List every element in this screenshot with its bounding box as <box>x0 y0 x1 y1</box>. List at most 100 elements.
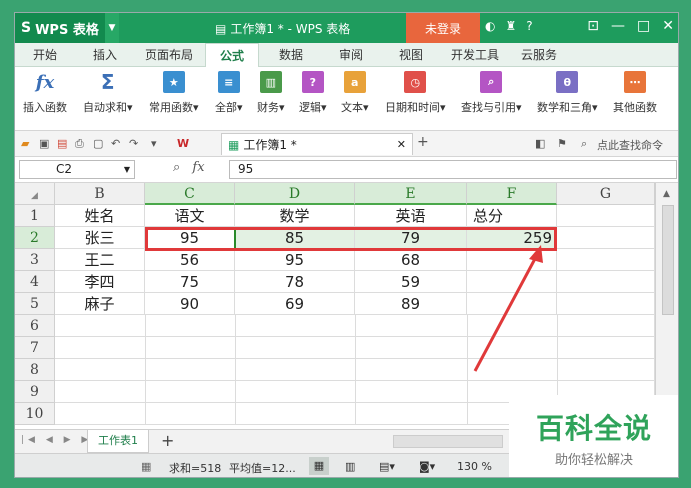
name-box[interactable]: C2 ▼ <box>19 160 135 179</box>
maximize-icon[interactable]: □ <box>637 18 650 34</box>
tab-developer[interactable]: 开发工具 <box>451 43 499 67</box>
cell-b3[interactable]: 王二 <box>55 249 145 271</box>
tab-data[interactable]: 数据 <box>279 43 303 67</box>
tab-insert[interactable]: 插入 <box>93 43 117 67</box>
cell-b5[interactable]: 麻子 <box>55 293 145 315</box>
column-header-f[interactable]: F <box>467 183 557 205</box>
cell-c5[interactable]: 90 <box>145 293 235 315</box>
open-folder-icon[interactable]: ▰ <box>21 137 29 150</box>
fx-icon[interactable]: fx <box>192 160 204 175</box>
math-trig-button[interactable]: θ 数学和三角▾ <box>537 71 598 115</box>
row-header[interactable]: 3 <box>15 249 55 271</box>
add-sheet-button[interactable]: + <box>161 431 174 450</box>
page-break-view-icon[interactable]: ▥ <box>345 460 355 473</box>
text-functions-button[interactable]: a 文本▾ <box>341 71 369 115</box>
tab-cloud[interactable]: 云服务 <box>521 43 557 67</box>
sheet-tab-active[interactable]: 工作表1 <box>87 430 149 453</box>
new-tab-icon[interactable]: + <box>417 134 429 150</box>
column-header-g[interactable]: G <box>557 183 655 205</box>
cell-e5[interactable]: 89 <box>355 293 467 315</box>
close-tab-icon[interactable]: ✕ <box>397 138 406 151</box>
date-time-button[interactable]: ◷ 日期和时间▾ <box>385 71 446 115</box>
cell-b4[interactable]: 李四 <box>55 271 145 293</box>
cell-f1[interactable]: 总分 <box>467 205 557 227</box>
search-icon[interactable]: ⌕ <box>581 137 587 151</box>
reading-mode-icon[interactable]: ◙▾ <box>419 460 435 473</box>
page-layout-view-icon[interactable]: ▤▾ <box>379 460 395 473</box>
export-pdf-icon[interactable]: ▤ <box>57 137 67 150</box>
wps-app-menu-button[interactable]: S WPS 表格 ▼ <box>15 13 119 43</box>
clock-icon: ◷ <box>404 71 427 93</box>
cell-g4[interactable] <box>557 271 655 293</box>
zoom-icon[interactable]: ⌕ <box>173 160 180 175</box>
print-preview-icon[interactable]: ▢ <box>93 137 103 150</box>
cell-e3[interactable]: 68 <box>355 249 467 271</box>
cell-g3[interactable] <box>557 249 655 271</box>
cell-b1[interactable]: 姓名 <box>55 205 145 227</box>
insert-function-button[interactable]: fx 插入函数 <box>23 71 67 115</box>
document-tab[interactable]: ▦ 工作簿1 * ✕ <box>221 133 413 155</box>
cell-d4[interactable]: 78 <box>235 271 355 293</box>
cell-e1[interactable]: 英语 <box>355 205 467 227</box>
spreadsheet-grid[interactable]: ◢ B C D E F G 1 2 3 4 5 6 7 8 9 10 姓名 语文… <box>15 183 655 429</box>
row-header[interactable]: 2 <box>15 227 55 249</box>
cell-c3[interactable]: 56 <box>145 249 235 271</box>
cell-b2[interactable]: 张三 <box>55 227 145 249</box>
vertical-scrollbar[interactable]: ▲ <box>655 183 678 429</box>
redo-icon[interactable]: ↷ <box>129 137 138 150</box>
column-header-e[interactable]: E <box>355 183 467 205</box>
cell-g5[interactable] <box>557 293 655 315</box>
select-all-corner[interactable]: ◢ <box>15 183 55 205</box>
row-header[interactable]: 5 <box>15 293 55 315</box>
lookup-reference-button[interactable]: ⌕ 查找与引用▾ <box>461 71 522 115</box>
scroll-thumb[interactable] <box>662 205 674 315</box>
column-header-c[interactable]: C <box>145 183 235 205</box>
quick-dropdown-icon[interactable]: ▾ <box>151 137 157 150</box>
wps-w-icon[interactable]: W <box>177 137 189 150</box>
undo-icon[interactable]: ↶ <box>111 137 120 150</box>
cell-c1[interactable]: 语文 <box>145 205 235 227</box>
chevron-down-icon[interactable]: ▼ <box>124 161 130 178</box>
all-functions-button[interactable]: ≡ 全部▾ <box>215 71 243 115</box>
cell-c4[interactable]: 75 <box>145 271 235 293</box>
cell-d3[interactable]: 95 <box>235 249 355 271</box>
cell-d1[interactable]: 数学 <box>235 205 355 227</box>
skin-icon[interactable]: ◐ <box>485 19 495 33</box>
column-header-b[interactable]: B <box>55 183 145 205</box>
row-header[interactable]: 4 <box>15 271 55 293</box>
normal-view-icon[interactable]: ▦ <box>309 457 329 475</box>
scroll-up-icon[interactable]: ▲ <box>663 189 670 199</box>
tab-start[interactable]: 开始 <box>33 43 57 67</box>
formula-input[interactable]: 95 <box>229 160 677 179</box>
financial-button[interactable]: ▥ 财务▾ <box>257 71 285 115</box>
chevron-down-icon[interactable]: ▼ <box>105 13 119 43</box>
tab-view[interactable]: 视图 <box>399 43 423 67</box>
tab-formula[interactable]: 公式 <box>205 43 260 68</box>
restore-window-icon[interactable]: ⊡ <box>587 18 599 34</box>
column-header-d[interactable]: D <box>235 183 355 205</box>
find-command-field[interactable]: 点此查找命令 <box>597 137 663 153</box>
login-button[interactable]: 未登录 <box>406 13 480 43</box>
shirt-icon[interactable]: ♜ <box>505 19 516 33</box>
calculator-icon[interactable]: ▦ <box>141 460 151 473</box>
minimize-icon[interactable]: — <box>611 18 625 34</box>
cell-g2[interactable] <box>557 227 655 249</box>
row-header[interactable]: 1 <box>15 205 55 227</box>
horizontal-scrollbar[interactable] <box>393 435 503 448</box>
cell-e4[interactable]: 59 <box>355 271 467 293</box>
autosum-button[interactable]: Σ 自动求和▾ <box>83 70 133 115</box>
tab-page-layout[interactable]: 页面布局 <box>145 43 193 67</box>
zoom-level[interactable]: 130 % <box>457 460 492 473</box>
logical-button[interactable]: ? 逻辑▾ <box>299 71 327 115</box>
close-icon[interactable]: ✕ <box>662 18 674 34</box>
cell-d5[interactable]: 69 <box>235 293 355 315</box>
flag-icon[interactable]: ⚑ <box>557 137 567 150</box>
cell-g1[interactable] <box>557 205 655 227</box>
tab-review[interactable]: 审阅 <box>339 43 363 67</box>
print-icon[interactable]: ⎙ <box>75 137 84 151</box>
help-button[interactable]: ? <box>526 19 532 33</box>
other-functions-button[interactable]: ⋯ 其他函数 <box>613 71 657 115</box>
sidebar-toggle-icon[interactable]: ◧ <box>535 137 545 150</box>
save-icon[interactable]: ▣ <box>39 137 49 150</box>
common-functions-button[interactable]: ★ 常用函数▾ <box>149 71 199 115</box>
